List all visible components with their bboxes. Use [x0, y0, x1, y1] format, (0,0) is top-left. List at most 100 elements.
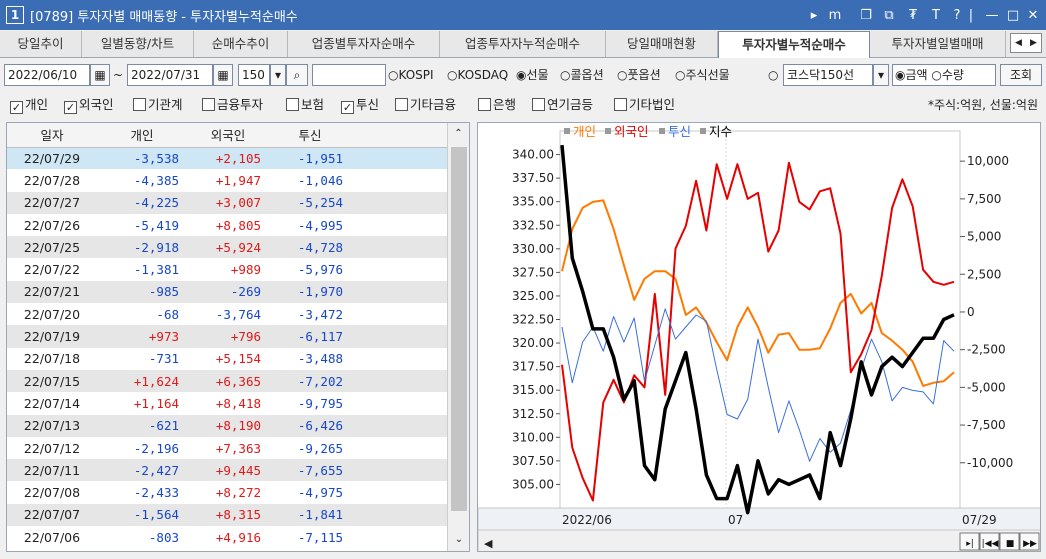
kosdaq150-select[interactable]: 코스닥150선 [783, 64, 873, 86]
table-row[interactable]: 22/07/13 -621 +8,190 -6,426 [7, 414, 448, 437]
pin-icon[interactable]: ₮ [902, 0, 924, 30]
chart-rewind-icon[interactable]: |◀◀ [982, 539, 999, 549]
table-row[interactable]: 22/07/11 -2,427 +9,445 -7,655 [7, 459, 448, 482]
chevron-down-icon[interactable]: ▾ [270, 64, 286, 86]
trust-cell: -9,265 [297, 440, 343, 456]
date-cell: 22/07/11 [7, 459, 97, 482]
table-row[interactable]: 22/07/28 -4,385 +1,947 -1,046 [7, 169, 448, 191]
play-icon[interactable]: ▸ [805, 0, 823, 30]
code-input[interactable] [312, 64, 386, 86]
market-radio-kosdaq150[interactable]: ○ [768, 64, 778, 86]
checkbox-foreign[interactable]: ✓ 외국인 [64, 96, 114, 114]
left-tick-label: 312.50 [512, 407, 554, 421]
table-row[interactable]: 22/07/26 -5,419 +8,805 -4,995 [7, 214, 448, 236]
column-header-date[interactable]: 일자 [7, 123, 97, 148]
checkbox-investment-trust[interactable]: ✓ 투신 [341, 96, 379, 114]
column-header-foreign[interactable]: 외국인 [187, 123, 269, 148]
checkbox-insurance[interactable]: 보험 [286, 96, 324, 114]
table-row[interactable]: 22/07/07 -1,564 +8,315 -1,841 [7, 503, 448, 527]
table-row[interactable]: 22/07/25 -2,918 +5,924 -4,728 [7, 236, 448, 259]
tab-prev-icon[interactable]: ◀ [1011, 34, 1026, 52]
calendar-icon[interactable]: ▦ [90, 64, 110, 86]
table-row[interactable]: 22/07/21 -985 -269 -1,970 [7, 280, 448, 304]
table-row[interactable]: 22/07/14 +1,164 +8,418 -9,795 [7, 392, 448, 414]
chevron-down-icon[interactable]: ▾ [873, 64, 889, 86]
checkbox-pension[interactable]: 연기금등 [532, 96, 593, 114]
checkbox-other-finance[interactable]: 기타금융 [395, 96, 456, 114]
market-radio-call[interactable]: ○콜옵션 [560, 64, 604, 86]
left-tick-label: 332.50 [512, 218, 554, 232]
tab-investor-cumulative[interactable]: 투자자별누적순매수 [718, 31, 870, 58]
table-row[interactable]: 22/07/12 -2,196 +7,363 -9,265 [7, 437, 448, 459]
spacer-cell [351, 392, 448, 414]
chart-end-icon[interactable]: ▸| [966, 539, 974, 549]
table-row[interactable]: 22/07/22 -1,381 +989 -5,976 [7, 258, 448, 280]
table-row[interactable]: 22/07/20 -68 -3,764 -3,472 [7, 303, 448, 325]
date-cell: 22/07/07 [7, 503, 97, 527]
font-size-icon[interactable]: T [925, 0, 947, 30]
spacer-cell [351, 503, 448, 527]
table-row[interactable]: 22/07/29 -3,538 +2,105 -1,951 [7, 147, 448, 170]
help-icon[interactable]: ? [947, 0, 967, 30]
legend-label[interactable]: 외국인 [614, 124, 649, 139]
tab-investor-daily[interactable]: 투자자별일별매매 [870, 31, 1006, 57]
column-header-individual[interactable]: 개인 [97, 123, 187, 148]
table-row[interactable]: 22/07/06 -803 +4,916 -7,115 [7, 526, 448, 548]
checkbox-other-corp[interactable]: 기타법인 [614, 96, 675, 114]
checkbox-financial-investment[interactable]: 금융투자 [202, 96, 263, 114]
close-icon[interactable]: ✕ [1023, 0, 1043, 30]
tab-next-icon[interactable]: ▶ [1026, 34, 1041, 52]
quantity-radio[interactable]: ○수량 [931, 68, 964, 82]
minimize-icon[interactable]: — [982, 0, 1002, 30]
legend-label[interactable]: 투신 [668, 124, 691, 139]
chart-forward-icon[interactable]: ▶▶ [1023, 539, 1037, 549]
table-row[interactable]: 22/07/08 -2,433 +8,272 -4,975 [7, 481, 448, 503]
scroll-up-icon[interactable]: ⌃ [448, 123, 469, 145]
table-row[interactable]: 22/07/18 -731 +5,154 -3,488 [7, 348, 448, 370]
tab-daily-trading[interactable]: 당일매매현황 [606, 31, 718, 57]
chart-stop-icon[interactable]: ■ [1006, 539, 1015, 549]
trust-cell: -1,841 [269, 503, 351, 527]
memo-icon[interactable]: m [824, 0, 846, 30]
amount-radio[interactable]: ◉금액 [895, 68, 928, 82]
table-row[interactable]: 22/07/19 +973 +796 -6,117 [7, 325, 448, 348]
legend-label[interactable]: 지수 [709, 124, 732, 139]
copy-window-icon[interactable]: ⧉ [878, 0, 900, 30]
vertical-scrollbar[interactable]: ⌃ ⌄ [447, 123, 469, 551]
date-cell: 22/07/21 [7, 280, 97, 304]
checkbox-bank[interactable]: 은행 [478, 96, 516, 114]
data-table: 일자 개인 외국인 투신 22/07/29 -3,538 +2,105 -1,951 2… [7, 123, 448, 548]
market-radio-kosdaq[interactable]: ○KOSDAQ [447, 64, 508, 86]
left-tick-label: 335.00 [512, 195, 554, 209]
market-radio-kospi[interactable]: ○KOSPI [388, 64, 434, 86]
market-radio-put[interactable]: ○풋옵션 [617, 64, 661, 86]
table-row[interactable]: 22/07/27 -4,225 +3,007 -5,254 [7, 191, 448, 214]
end-date-input[interactable]: 2022/07/31 [127, 64, 213, 86]
table-row[interactable]: 22/07/15 +1,624 +6,365 -7,202 [7, 369, 448, 393]
legend-label[interactable]: 개인 [573, 124, 596, 139]
scroll-thumb[interactable] [451, 147, 467, 511]
tab-daily-chart[interactable]: 일별동향/차트 [82, 31, 194, 57]
market-radio-stock-futures[interactable]: ○주식선물 [675, 64, 730, 86]
horizontal-scrollbar[interactable] [478, 529, 1041, 552]
maximize-icon[interactable]: □ [1003, 0, 1023, 30]
scroll-left-icon[interactable]: ◀ [484, 537, 493, 550]
query-button[interactable]: 조회 [1000, 64, 1042, 86]
checkbox-individual[interactable]: ✓ 개인 [10, 96, 48, 114]
tab-sector-net-buy[interactable]: 업종별투자자순매수 [288, 31, 440, 57]
tab-sector-cumulative[interactable]: 업종투자자누적순매수 [440, 31, 606, 57]
calendar-icon[interactable]: ▦ [213, 64, 233, 86]
link-icon[interactable]: ❐ [855, 0, 877, 30]
search-icon[interactable]: ⌕ [286, 64, 308, 86]
date-cell: 22/07/26 [23, 217, 81, 233]
foreign-cell: +8,190 [187, 414, 269, 437]
market-radio-futures[interactable]: ◉선물 [516, 64, 549, 86]
checkbox-institution[interactable]: 기관계 [133, 96, 183, 114]
scroll-down-icon[interactable]: ⌄ [448, 529, 469, 551]
start-date-input[interactable]: 2022/06/10 [4, 64, 90, 86]
tab-daily-trend[interactable]: 당일추이 [0, 31, 82, 57]
column-header-trust[interactable]: 투신 [269, 123, 351, 148]
count-input[interactable]: 150 [238, 64, 270, 86]
checkbox-icon [202, 98, 215, 111]
tab-net-buy-trend[interactable]: 순매수추이 [194, 31, 288, 57]
